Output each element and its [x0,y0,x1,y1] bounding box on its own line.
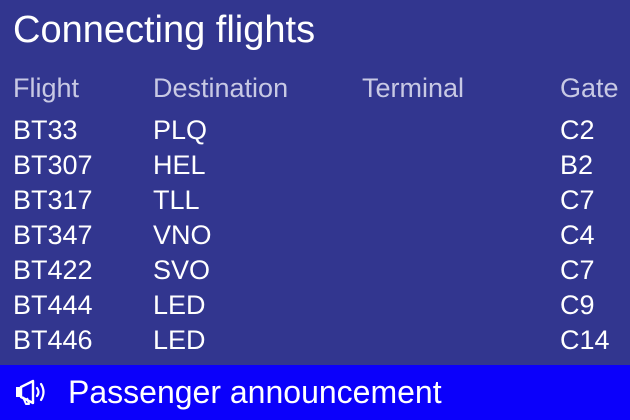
column-header-gate: Gate [560,73,619,103]
announcement-bar: Passenger announcement [0,365,630,420]
gate: C2 [560,115,595,145]
flight-number: BT347 [13,220,93,250]
destination: VNO [153,220,212,250]
page-title: Connecting flights [13,9,316,51]
table-header: Flight Destination Terminal Gate [0,70,630,106]
column-header-destination: Destination [153,73,289,103]
destination: TLL [153,185,200,215]
table-row: BT422 SVO C7 [0,253,630,288]
table-row: BT444 LED C9 [0,288,630,323]
gate: C4 [560,220,595,250]
destination: LED [153,290,206,320]
flight-number: BT422 [13,255,93,285]
gate: C14 [560,325,610,355]
megaphone-icon [16,379,45,405]
flight-number: BT444 [13,290,93,320]
flight-info-screen: Connecting flights Flight Destination Te… [0,0,630,420]
flight-number: BT446 [13,325,93,355]
gate: C7 [560,185,595,215]
flight-number: BT307 [13,150,93,180]
flights-table: BT33 PLQ C2 BT307 HEL B2 BT317 TLL C7 BT… [0,113,630,358]
gate: B2 [560,150,594,180]
gate: C9 [560,290,595,320]
gate: C7 [560,255,595,285]
destination: PLQ [153,115,208,145]
destination: SVO [153,255,211,285]
table-row: BT347 VNO C4 [0,218,630,253]
table-row: BT307 HEL B2 [0,148,630,183]
table-row: BT317 TLL C7 [0,183,630,218]
destination: HEL [153,150,206,180]
table-row: BT446 LED C14 [0,323,630,358]
column-header-terminal: Terminal [362,73,465,103]
table-row: BT33 PLQ C2 [0,113,630,148]
flight-number: BT33 [13,115,78,145]
flight-number: BT317 [13,185,93,215]
announcement-text: Passenger announcement [68,374,442,410]
column-header-flight: Flight [13,73,80,103]
destination: LED [153,325,206,355]
